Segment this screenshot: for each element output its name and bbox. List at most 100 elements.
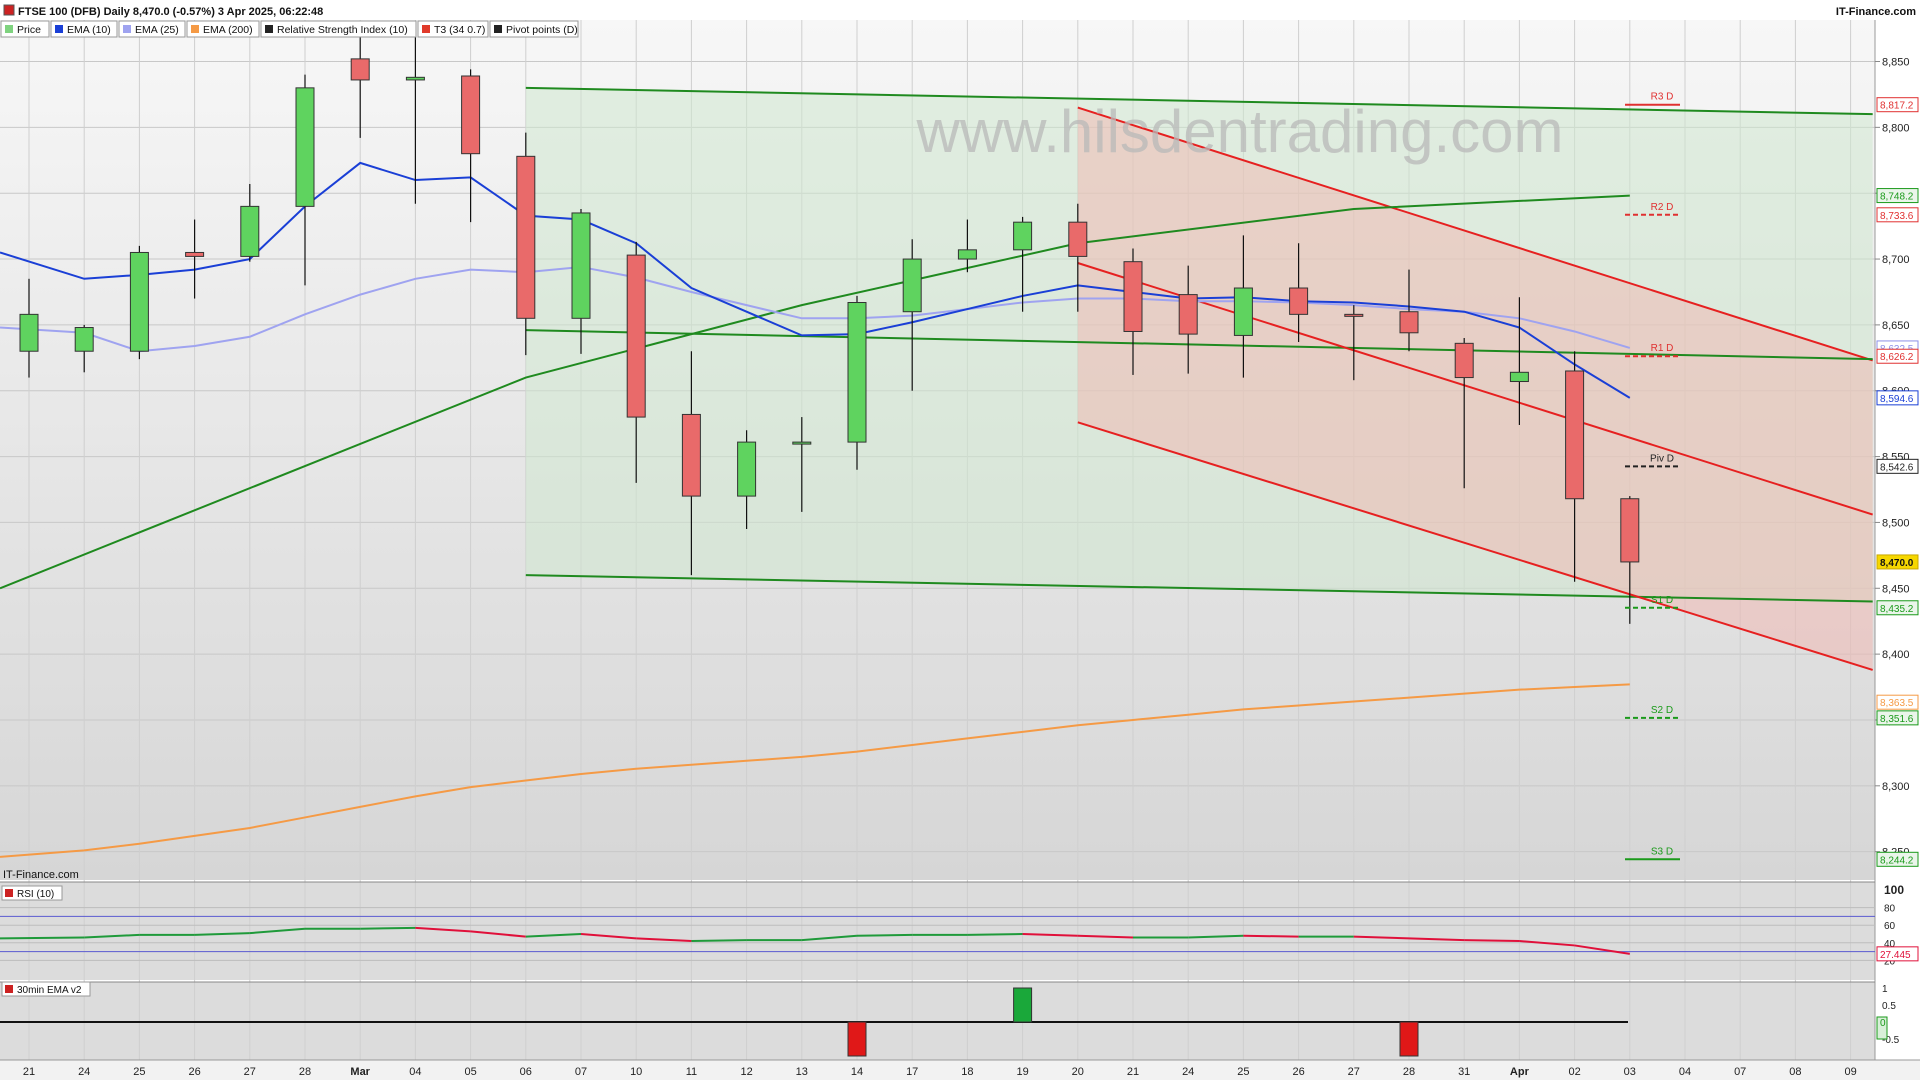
ema30-bar-up [1013,987,1033,1023]
candle-down [681,413,701,497]
candle-down [1399,311,1419,334]
rsi-segment [360,926,416,930]
y-tick-label: 8,800 [1882,122,1910,134]
x-tick-label: 28 [299,1066,311,1078]
candle-up [1509,371,1529,383]
legend-swatch [5,25,13,33]
candle-down [185,251,205,257]
rsi-segment [691,939,747,943]
legend-label: EMA (200) [203,24,253,36]
x-tick-label: 11 [686,1066,697,1078]
pivot-label: R2 D [1651,202,1674,213]
x-tick-label: 09 [1844,1066,1856,1078]
x-tick-label: 07 [575,1066,587,1078]
candle-down [1454,342,1474,379]
price-label: 8,351.6 [1880,714,1914,725]
rsi-value-label: 27.445 [1880,950,1911,961]
x-tick-label: 12 [740,1066,752,1078]
candle-down [516,155,536,319]
ema30-tick-label: 1 [1882,984,1888,995]
candle-down [1620,498,1640,563]
rsi-title: RSI (10) [17,889,54,900]
price-chart[interactable]: www.hilsdentrading.com R3 D R2 D R1 D Piv D… [0,0,1920,1080]
rsi-tick-label: 100 [1884,883,1904,897]
candle-down [1289,287,1309,315]
candle-up [19,313,39,352]
price-label: 8,244.2 [1880,855,1914,866]
rsi-tick-label: 60 [1884,921,1896,932]
pivot-label: S2 D [1651,705,1673,716]
legend-swatch [422,25,430,33]
chart-title: FTSE 100 (DFB) Daily 8,470.0 (-0.57%) 3 … [18,6,323,18]
x-tick-label: 26 [1292,1066,1304,1078]
candle-up [295,87,315,207]
pivot-label: R3 D [1651,92,1674,103]
x-tick-label: 20 [1072,1066,1084,1078]
x-tick-label: 14 [851,1066,863,1078]
candle-down [1344,313,1364,317]
candle-up [1233,287,1253,336]
y-tick-label: 8,450 [1882,583,1910,595]
y-tick-label: 8,850 [1882,57,1910,69]
price-label: 8,626.2 [1880,352,1914,363]
legend-swatch [191,25,199,33]
x-tick-label: 31 [1458,1066,1470,1078]
candle-down [1565,370,1585,500]
footer-brand: IT-Finance.com [3,869,79,881]
y-tick-label: 8,400 [1882,649,1910,661]
legend-swatch [265,25,273,33]
candle-up [571,212,591,319]
x-tick-label: 24 [1182,1066,1194,1078]
candle-down [1178,294,1198,335]
legend-swatch [55,25,63,33]
legend-swatch [123,25,131,33]
candle-up [129,251,149,352]
x-tick-label: 04 [409,1066,421,1078]
price-label: 8,435.2 [1880,604,1914,615]
candle-up [240,205,260,257]
y-tick-label: 8,650 [1882,320,1910,332]
x-tick-label: 27 [1348,1066,1360,1078]
x-tick-label: 21 [23,1066,35,1078]
candle-up [792,441,812,445]
price-label: 8,748.2 [1880,192,1914,203]
x-tick-label: 24 [78,1066,90,1078]
watermark: www.hilsdentrading.com [916,98,1564,165]
price-label: 8,470.0 [1880,558,1914,569]
rsi-segment [1243,934,1299,938]
ema30-title-swatch [5,985,13,993]
watermark-text: www.hilsdentrading.com [916,98,1564,165]
x-tick-label: 19 [1016,1066,1028,1078]
legend-label: Pivot points (D) [506,24,578,36]
ema30-tick-label: 0.5 [1882,1001,1896,1012]
rsi-title-swatch [5,889,13,897]
x-tick-label: 28 [1403,1066,1415,1078]
candle-up [737,441,757,497]
x-tick-label: 18 [961,1066,973,1078]
legend-swatch [494,25,502,33]
legend-label: Price [17,24,41,36]
price-label: 8,542.6 [1880,462,1914,473]
x-tick-label: 06 [520,1066,532,1078]
title-swatch [3,4,15,16]
x-tick-label: 08 [1789,1066,1801,1078]
candle-up [847,302,867,443]
rsi-segment [0,936,85,940]
pivot-label: Piv D [1650,453,1674,464]
legend-label: Relative Strength Index (10) [277,24,408,36]
candle-up [405,76,425,81]
pivot-label: S3 D [1651,846,1673,857]
y-axis-bg [1875,20,1920,880]
x-tick-label: 25 [133,1066,145,1078]
y-tick-label: 8,300 [1882,781,1910,793]
candle-up [957,249,977,260]
x-tick-label: 26 [188,1066,200,1078]
candle-down [626,254,646,418]
legend-label: T3 (34 0.7) [434,24,485,36]
x-tick-label: 25 [1237,1066,1249,1078]
x-tick-label: 10 [630,1066,642,1078]
ema30-value-label: 0 [1880,1018,1886,1029]
pivot-label: S1 D [1651,595,1673,606]
ema30-bar-down [847,1021,867,1057]
brand-label: IT-Finance.com [1836,6,1916,18]
